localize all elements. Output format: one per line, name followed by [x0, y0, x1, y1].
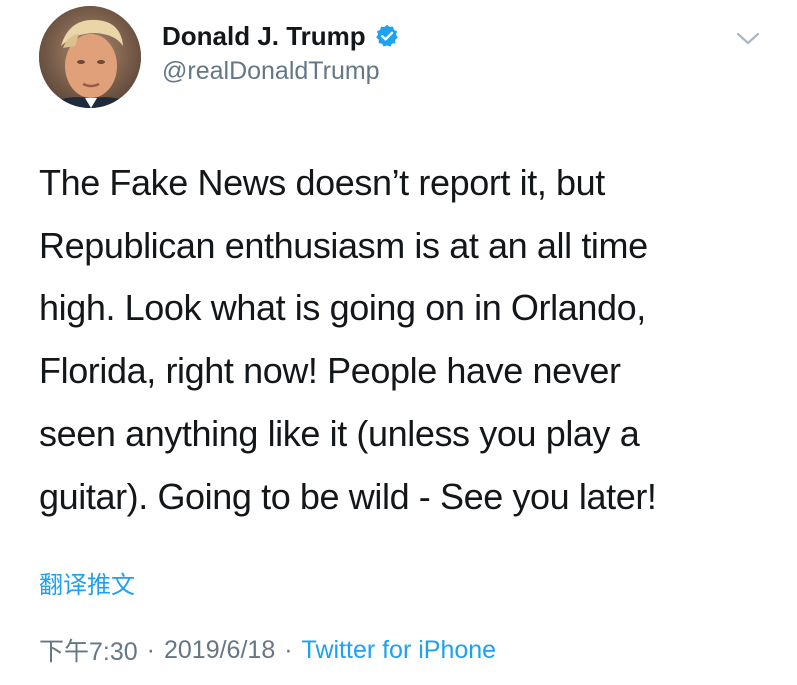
avatar-portrait-icon	[39, 6, 141, 108]
author-name-row: Donald J. Trump	[162, 19, 399, 53]
verified-badge-icon	[375, 24, 399, 48]
tweet-time[interactable]: 下午7:30	[39, 632, 138, 668]
avatar[interactable]	[39, 6, 141, 108]
tweet-line: Florida, right now! People have never	[39, 350, 621, 392]
meta-separator: ·	[146, 635, 155, 664]
translate-tweet-link[interactable]: 翻译推文	[39, 565, 135, 600]
tweet-line: guitar). Going to be wild - See you late…	[39, 475, 657, 517]
tweet-card: Donald J. Trump @realDonaldTrump The Fak…	[0, 0, 797, 685]
tweet-metadata: 下午7:30 · 2019/6/18 · Twitter for iPhone	[39, 632, 496, 668]
author-display-name[interactable]: Donald J. Trump	[162, 21, 366, 52]
tweet-date[interactable]: 2019/6/18	[164, 636, 275, 665]
tweet-source-link[interactable]: Twitter for iPhone	[302, 636, 497, 665]
author-handle[interactable]: @realDonaldTrump	[162, 57, 380, 86]
meta-separator: ·	[284, 635, 293, 664]
tweet-line: Republican enthusiasm is at an all time	[39, 224, 648, 266]
tweet-line: high. Look what is going on in Orlando,	[39, 287, 646, 329]
tweet-line: The Fake News doesn’t report it, but	[39, 162, 605, 203]
chevron-down-icon[interactable]	[734, 30, 762, 48]
tweet-line: seen anything like it (unless you play a	[39, 412, 640, 454]
tweet-body: The Fake News doesn’t report it, but Rep…	[39, 152, 779, 528]
